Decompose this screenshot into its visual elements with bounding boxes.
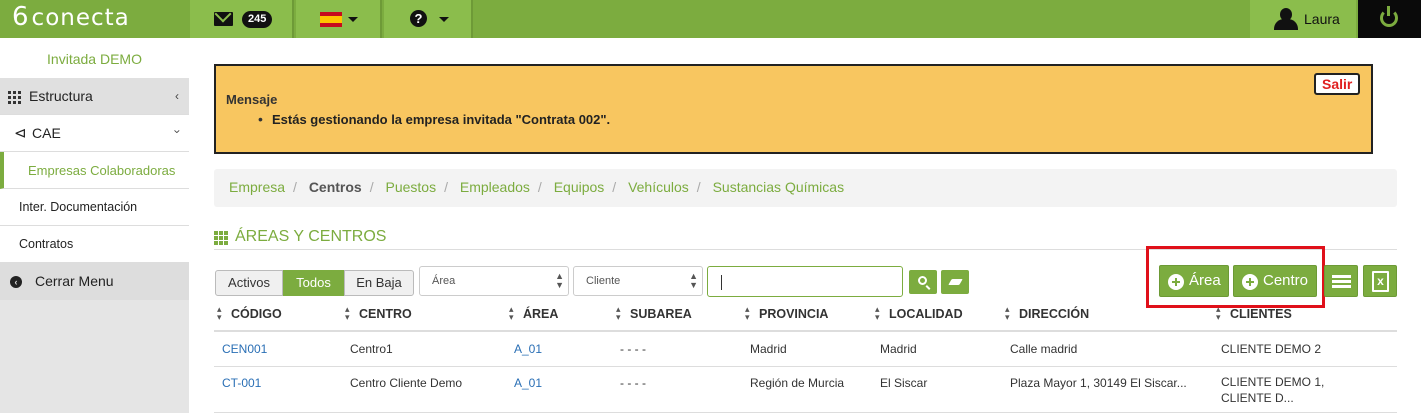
text-cursor — [721, 275, 722, 290]
cell-provincia: Madrid — [750, 342, 787, 356]
page-title: ÁREAS Y CENTROS — [235, 228, 387, 245]
language-selector[interactable] — [296, 0, 382, 38]
sidebar-item-inter-documentacion[interactable]: Inter. Documentación — [0, 189, 189, 226]
chevron-down-icon — [439, 17, 449, 22]
excel-icon: x — [1372, 271, 1389, 292]
sidebar-item-contratos[interactable]: Contratos — [0, 226, 189, 263]
eraser-icon — [948, 279, 963, 285]
tab-equipos[interactable]: Equipos — [554, 179, 605, 195]
tab-empresa[interactable]: Empresa — [229, 179, 285, 195]
export-excel-button[interactable]: x — [1363, 265, 1397, 297]
column-header-direccion[interactable]: DIRECCIÓN — [1005, 304, 1089, 323]
cell-direccion: Plaza Mayor 1, 30149 El Siscar... — [1010, 376, 1187, 390]
column-header-provincia[interactable]: PROVINCIA — [745, 304, 829, 323]
sidebar-item-estructura[interactable]: Estructura ‹ — [0, 78, 189, 115]
spain-flag-icon — [320, 12, 342, 27]
grid-icon — [8, 91, 21, 104]
sidebar-item-label: Contratos — [19, 237, 74, 251]
share-icon: ⊲ — [14, 125, 27, 142]
message-text: Estás gestionando la empresa invitada "C… — [272, 112, 611, 127]
column-header-area[interactable]: ÁREA — [509, 304, 559, 323]
cell-clientes-line: CLIENTE D... — [1221, 391, 1294, 405]
tab-centros: Centros — [308, 179, 362, 195]
filter-activos-button[interactable]: Activos — [215, 270, 283, 296]
search-icon — [918, 276, 927, 285]
tab-puestos[interactable]: Puestos — [386, 179, 437, 195]
sidebar-item-label: Inter. Documentación — [19, 200, 138, 214]
list-view-button[interactable] — [1324, 265, 1358, 297]
cell-localidad: Madrid — [880, 342, 917, 356]
sidebar-item-cae[interactable]: ⊲ CAE › — [0, 115, 189, 152]
exit-button[interactable]: Salir — [1314, 73, 1361, 95]
column-header-subarea[interactable]: SUBAREA — [616, 304, 692, 323]
table-header: CÓDIGO CENTRO ÁREA SUBAREA PROVINCIA LOC… — [214, 302, 1397, 332]
chevron-left-icon: ‹ — [175, 89, 179, 103]
message-count-badge: 245 — [242, 11, 273, 28]
table-row[interactable]: CT-001 Centro Cliente Demo A_01 - - - - … — [214, 367, 1397, 413]
tab-sustancias-quimicas[interactable]: Sustancias Químicas — [713, 179, 845, 195]
cell-centro: Centro1 — [350, 342, 393, 356]
breadcrumb: Empresa / Centros / Puestos / Empleados / Eq… — [214, 169, 1397, 207]
app-logo[interactable]: 6conecta — [12, 2, 130, 32]
table-row[interactable]: CEN001 Centro1 A_01 - - - - Madrid Madri… — [214, 333, 1397, 367]
filter-en-baja-button[interactable]: En Baja — [344, 270, 414, 296]
cell-codigo[interactable]: CEN001 — [222, 342, 267, 356]
power-icon — [1380, 6, 1398, 27]
cell-area[interactable]: A_01 — [514, 342, 542, 356]
sidebar: Invitada DEMO Estructura ‹ ⊲ CAE › Empre… — [0, 38, 189, 413]
sidebar-item-label: CAE — [32, 125, 61, 141]
top-bar: 6conecta 245 ? Laura — [0, 0, 1421, 38]
arrow-left-circle-icon: ‹ — [10, 276, 22, 288]
clear-filters-button[interactable] — [941, 270, 969, 294]
bullet: • — [258, 111, 263, 127]
chevron-down-icon: › — [170, 129, 185, 134]
cell-area[interactable]: A_01 — [514, 376, 542, 390]
tab-vehiculos[interactable]: Vehículos — [628, 179, 689, 195]
column-header-centro[interactable]: CENTRO — [345, 304, 412, 323]
close-menu-button[interactable]: ‹ Cerrar Menu — [0, 263, 189, 300]
question-icon: ? — [410, 10, 427, 27]
sidebar-item-label: Estructura — [29, 88, 93, 104]
user-name: Laura — [1304, 11, 1340, 27]
chevron-down-icon — [348, 17, 358, 22]
message-alert: Mensaje • Estás gestionando la empresa i… — [214, 64, 1373, 154]
user-menu-button[interactable]: Laura — [1250, 0, 1356, 38]
sort-icon: ▲ ▼ — [555, 271, 564, 290]
highlight-box — [1146, 246, 1325, 308]
area-select[interactable]: Área ▲ ▼ — [419, 266, 569, 296]
sidebar-item-label: Cerrar Menu — [35, 273, 114, 289]
list-icon — [1332, 275, 1351, 288]
user-icon — [1274, 8, 1298, 30]
grid-icon — [214, 231, 228, 245]
sort-icon: ▲ ▼ — [689, 271, 698, 290]
search-input[interactable] — [707, 266, 903, 297]
cell-subarea: - - - - — [620, 342, 646, 356]
sidebar-item-empresas-colaboradoras[interactable]: Empresas Colaboradoras — [0, 152, 189, 189]
column-header-codigo[interactable]: CÓDIGO — [217, 304, 282, 323]
filter-todos-button[interactable]: Todos — [283, 270, 344, 296]
client-select-placeholder: Cliente — [586, 275, 621, 287]
column-header-localidad[interactable]: LOCALIDAD — [875, 304, 963, 323]
envelope-icon — [214, 12, 233, 26]
cell-clientes-line: CLIENTE DEMO 1, — [1221, 375, 1325, 389]
cell-provincia: Región de Murcia — [750, 376, 845, 390]
cell-centro: Centro Cliente Demo — [350, 376, 463, 390]
cell-subarea: - - - - — [620, 376, 646, 390]
sidebar-item-label: Empresas Colaboradoras — [28, 163, 176, 178]
message-title: Mensaje — [226, 92, 278, 107]
search-button[interactable] — [909, 270, 937, 294]
cell-localidad: El Siscar — [880, 376, 928, 390]
logout-button[interactable] — [1358, 0, 1421, 38]
cell-clientes: CLIENTE DEMO 1, CLIENTE D... — [1221, 374, 1324, 406]
client-select[interactable]: Cliente ▲ ▼ — [573, 266, 703, 296]
cell-codigo[interactable]: CT-001 — [222, 376, 261, 390]
area-select-placeholder: Área — [432, 275, 456, 287]
cell-direccion: Calle madrid — [1010, 342, 1078, 356]
sidebar-user-label: Invitada DEMO — [0, 38, 189, 78]
tab-empleados[interactable]: Empleados — [460, 179, 530, 195]
cell-clientes: CLIENTE DEMO 2 — [1221, 342, 1322, 356]
messages-button[interactable]: 245 — [190, 0, 294, 38]
help-menu-button[interactable]: ? — [384, 0, 473, 38]
column-header-clientes[interactable]: CLIENTES — [1216, 304, 1292, 323]
